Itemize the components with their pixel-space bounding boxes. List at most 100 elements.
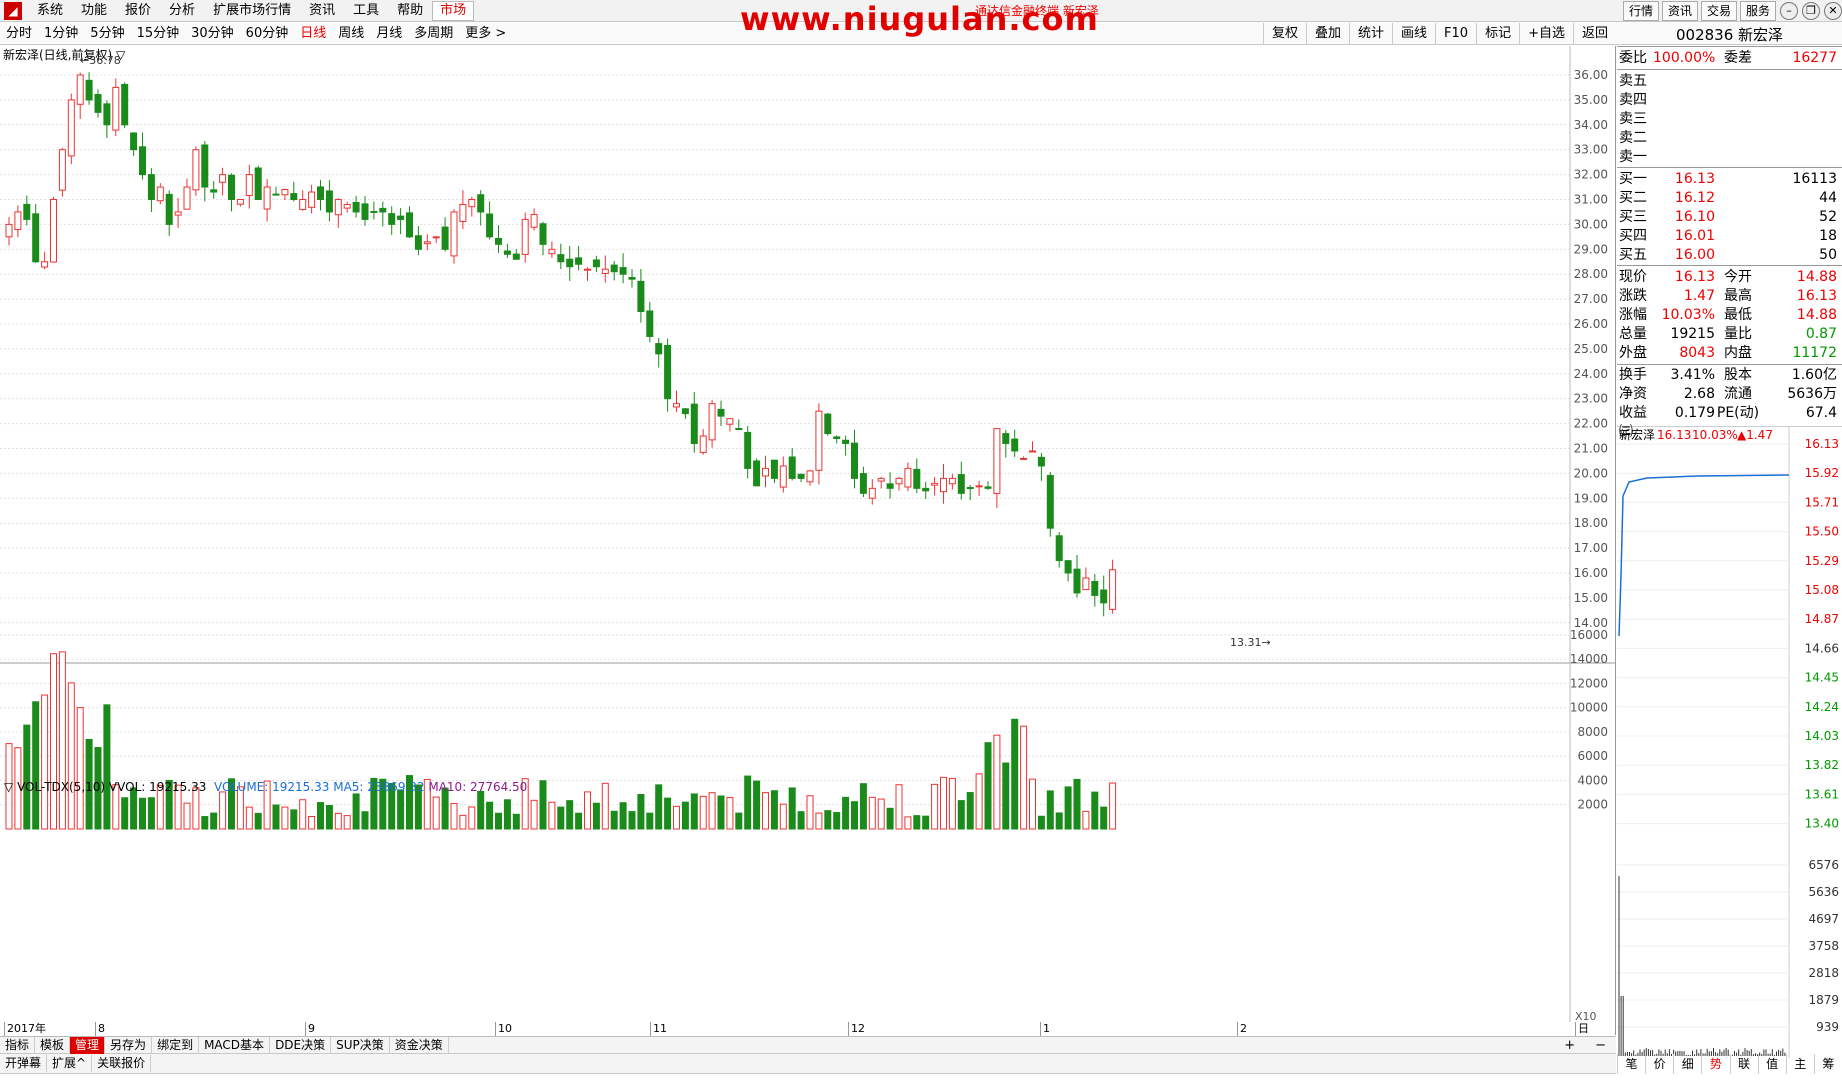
menu-tools[interactable]: 工具: [344, 0, 388, 22]
tool-back[interactable]: 返回: [1573, 23, 1616, 44]
candle-body: [415, 236, 421, 250]
volume-bar: [691, 794, 697, 829]
period-15m[interactable]: 15分钟: [131, 22, 186, 45]
btn-news[interactable]: 资讯: [1662, 1, 1698, 21]
volume-bar: [487, 802, 493, 829]
right-tab[interactable]: 势: [1701, 1054, 1729, 1074]
btn-service[interactable]: 服务: [1740, 1, 1776, 21]
tab-bind[interactable]: 绑定到: [152, 1037, 199, 1054]
btn-market[interactable]: 行情: [1623, 1, 1659, 21]
volume-bar: [1092, 792, 1098, 829]
menu-quote[interactable]: 报价: [116, 0, 160, 22]
quote-row: 收益㈢ 0.179 PE(动) 67.4: [1619, 404, 1840, 423]
volume-bar: [131, 788, 137, 829]
vol-ma5: MA5: 23869.32: [333, 780, 424, 794]
menu-function[interactable]: 功能: [72, 0, 116, 22]
period-1m[interactable]: 1分钟: [38, 22, 84, 45]
menu-system[interactable]: 系统: [28, 0, 72, 22]
candle-body: [113, 87, 119, 130]
period-more[interactable]: 更多 >: [459, 22, 512, 45]
candle-body: [593, 260, 599, 267]
right-tab[interactable]: 笔: [1617, 1054, 1645, 1074]
close-icon[interactable]: ✕: [1824, 2, 1842, 20]
quote-row-cell: 流通: [1715, 385, 1761, 404]
volume-bar: [709, 793, 715, 829]
period-weekly[interactable]: 周线: [332, 22, 370, 45]
danmaku-toggle[interactable]: 开弹幕: [0, 1055, 47, 1072]
tool-stats[interactable]: 统计: [1349, 23, 1392, 44]
restore-icon[interactable]: ❐: [1802, 2, 1820, 20]
candle-body: [914, 469, 920, 488]
menu-market[interactable]: 市场: [432, 1, 474, 21]
btn-trade[interactable]: 交易: [1701, 1, 1737, 21]
tool-draw[interactable]: 画线: [1392, 23, 1435, 44]
candlestick-chart[interactable]: 36.0035.0034.0033.0032.0031.0030.0029.00…: [0, 46, 1616, 1022]
tab-manage[interactable]: 管理: [70, 1037, 105, 1054]
vol-name: VOL-TDX(5,10): [17, 780, 105, 794]
candle-body: [104, 104, 110, 125]
period-multi[interactable]: 多周期: [408, 22, 459, 45]
tool-add-watch[interactable]: +自选: [1519, 23, 1573, 44]
buy-level-cell: [1715, 189, 1761, 208]
candle-body: [229, 175, 235, 199]
candle-body: [496, 239, 502, 245]
candle-body: [335, 200, 341, 215]
quote-row-cell: 10.03%: [1659, 306, 1715, 325]
candle-body: [1003, 434, 1009, 444]
sell-level-cell: 卖五: [1619, 72, 1653, 91]
intraday-mini-chart[interactable]: 新宏泽 16.13 10.03% ▲1.4716.1315.9215.7115.501…: [1617, 426, 1842, 1058]
candle-body: [558, 255, 564, 262]
tab-sup[interactable]: SUP决策: [331, 1037, 390, 1054]
weibi-row-cell: 100.00%: [1653, 49, 1715, 68]
quote-row-cell: 16.13: [1659, 268, 1715, 287]
right-tab[interactable]: 主: [1786, 1054, 1814, 1074]
menu-help[interactable]: 帮助: [388, 0, 432, 22]
menu-news[interactable]: 资讯: [300, 0, 344, 22]
volume-bar: [789, 788, 795, 829]
right-tab[interactable]: 细: [1673, 1054, 1701, 1074]
tab-indicator[interactable]: 指标: [0, 1037, 35, 1054]
menu-extended-market[interactable]: 扩展市场行情: [204, 0, 300, 22]
x-tick-label: 9: [305, 1022, 315, 1036]
period-30m[interactable]: 30分钟: [185, 22, 240, 45]
period-tick[interactable]: 分时: [0, 22, 38, 45]
zoom-out-icon[interactable]: −: [1585, 1038, 1616, 1053]
right-tab[interactable]: 价: [1645, 1054, 1673, 1074]
tab-fund[interactable]: 资金决策: [390, 1037, 449, 1054]
tab-save-as[interactable]: 另存为: [105, 1037, 152, 1054]
period-5m[interactable]: 5分钟: [84, 22, 130, 45]
volume-bar: [77, 708, 83, 829]
right-tab[interactable]: 筹: [1814, 1054, 1842, 1074]
tool-overlay[interactable]: 叠加: [1306, 23, 1349, 44]
right-tab[interactable]: 联: [1730, 1054, 1758, 1074]
vol-indicator-icon[interactable]: ▽: [4, 780, 13, 794]
linked-quote[interactable]: 关联报价: [92, 1055, 151, 1072]
tool-f10[interactable]: F10: [1435, 23, 1476, 44]
volume-bar: [549, 802, 555, 829]
sell-level-cell: 卖二: [1619, 129, 1653, 148]
mini-tick: 15.50: [1805, 525, 1839, 539]
tab-dde[interactable]: DDE决策: [270, 1037, 331, 1054]
right-tab[interactable]: 值: [1758, 1054, 1786, 1074]
extend-toggle[interactable]: 扩展^: [47, 1055, 92, 1072]
volume-bar: [629, 812, 635, 829]
menu-analysis[interactable]: 分析: [160, 0, 204, 22]
candle-body: [398, 216, 404, 219]
candle-body: [638, 281, 644, 311]
period-60m[interactable]: 60分钟: [240, 22, 295, 45]
tab-macd[interactable]: MACD基本: [199, 1037, 270, 1054]
candle-body: [1092, 581, 1098, 595]
zoom-in-icon[interactable]: +: [1554, 1038, 1585, 1053]
candle-body: [282, 190, 288, 195]
volume-bar: [611, 811, 617, 829]
mini-tick: 16.13: [1805, 437, 1839, 451]
minimize-icon[interactable]: –: [1780, 2, 1798, 20]
period-daily[interactable]: 日线: [294, 22, 332, 45]
quote-row-cell: 67.4: [1761, 404, 1837, 423]
tool-adjust[interactable]: 复权: [1263, 23, 1306, 44]
tool-mark[interactable]: 标记: [1476, 23, 1519, 44]
volume-bar: [68, 683, 74, 829]
tab-template[interactable]: 模板: [35, 1037, 70, 1054]
volume-bar: [860, 784, 866, 829]
period-monthly[interactable]: 月线: [370, 22, 408, 45]
